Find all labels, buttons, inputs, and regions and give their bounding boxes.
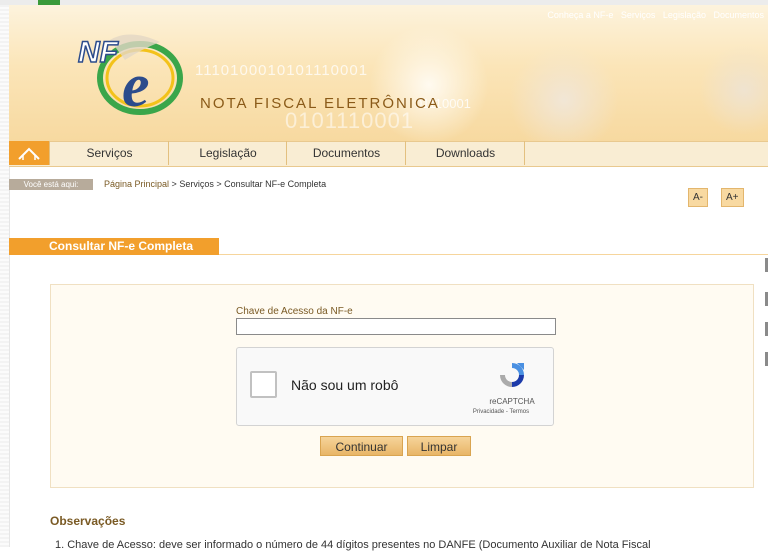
breadcrumb: Página Principal > Serviços > Consultar … [104,179,326,189]
nav-divider [524,141,525,165]
banner-decoration [509,45,619,141]
breadcrumb-home-link[interactable]: Página Principal [104,179,169,189]
continue-button[interactable]: Continuar [320,436,403,456]
nav-item-documentos[interactable]: Documentos [286,141,406,165]
access-key-label: Chave de Acesso da NF-e [236,306,353,317]
breadcrumb-separator: > [213,179,225,189]
home-button[interactable] [9,141,49,165]
svg-text:NF: NF [78,36,119,69]
font-increase-button[interactable]: A+ [721,188,744,207]
recaptcha-brand: reCAPTCHA [489,397,535,406]
banner-binary-text: 1110100010101110001 [195,62,369,79]
nfe-logo[interactable]: NF e [70,20,190,120]
nav-item-legislacao[interactable]: Legislação [168,141,287,165]
top-link-servicos[interactable]: Serviços [621,10,656,20]
access-key-input[interactable] [236,318,556,335]
svg-text:e: e [122,52,150,120]
top-links: Conheça a NF-e Serviços Legislação Docum… [542,10,764,20]
notes-title: Observações [50,514,126,528]
top-link-documentos[interactable]: Documentos [713,10,764,20]
title-divider [219,254,768,255]
clear-button[interactable]: Limpar [407,436,471,456]
nav-item-downloads[interactable]: Downloads [405,141,525,165]
recaptcha-icon [500,363,524,387]
banner-decoration [699,45,768,135]
home-icon [18,147,40,160]
top-link-conheca[interactable]: Conheça a NF-e [547,10,613,20]
top-link-legislacao[interactable]: Legislação [663,10,706,20]
nav-item-servicos[interactable]: Serviços [49,141,169,165]
breadcrumb-label: Você está aqui: [9,179,93,190]
breadcrumb-separator: > [169,179,180,189]
notes-item: 1. Chave de Acesso: deve ser informado o… [55,539,651,551]
recaptcha-links[interactable]: Privacidade - Termos [460,409,542,415]
recaptcha-checkbox[interactable] [250,371,277,398]
breadcrumb-current: Consultar NF-e Completa [224,179,327,189]
recaptcha-label: Não sou um robô [291,377,399,393]
breadcrumb-section-link[interactable]: Serviços [179,179,214,189]
page-title: Consultar NF-e Completa [9,238,219,255]
banner-title: NOTA FISCAL ELETRÔNICA [200,95,440,112]
font-decrease-button[interactable]: A- [688,188,708,207]
